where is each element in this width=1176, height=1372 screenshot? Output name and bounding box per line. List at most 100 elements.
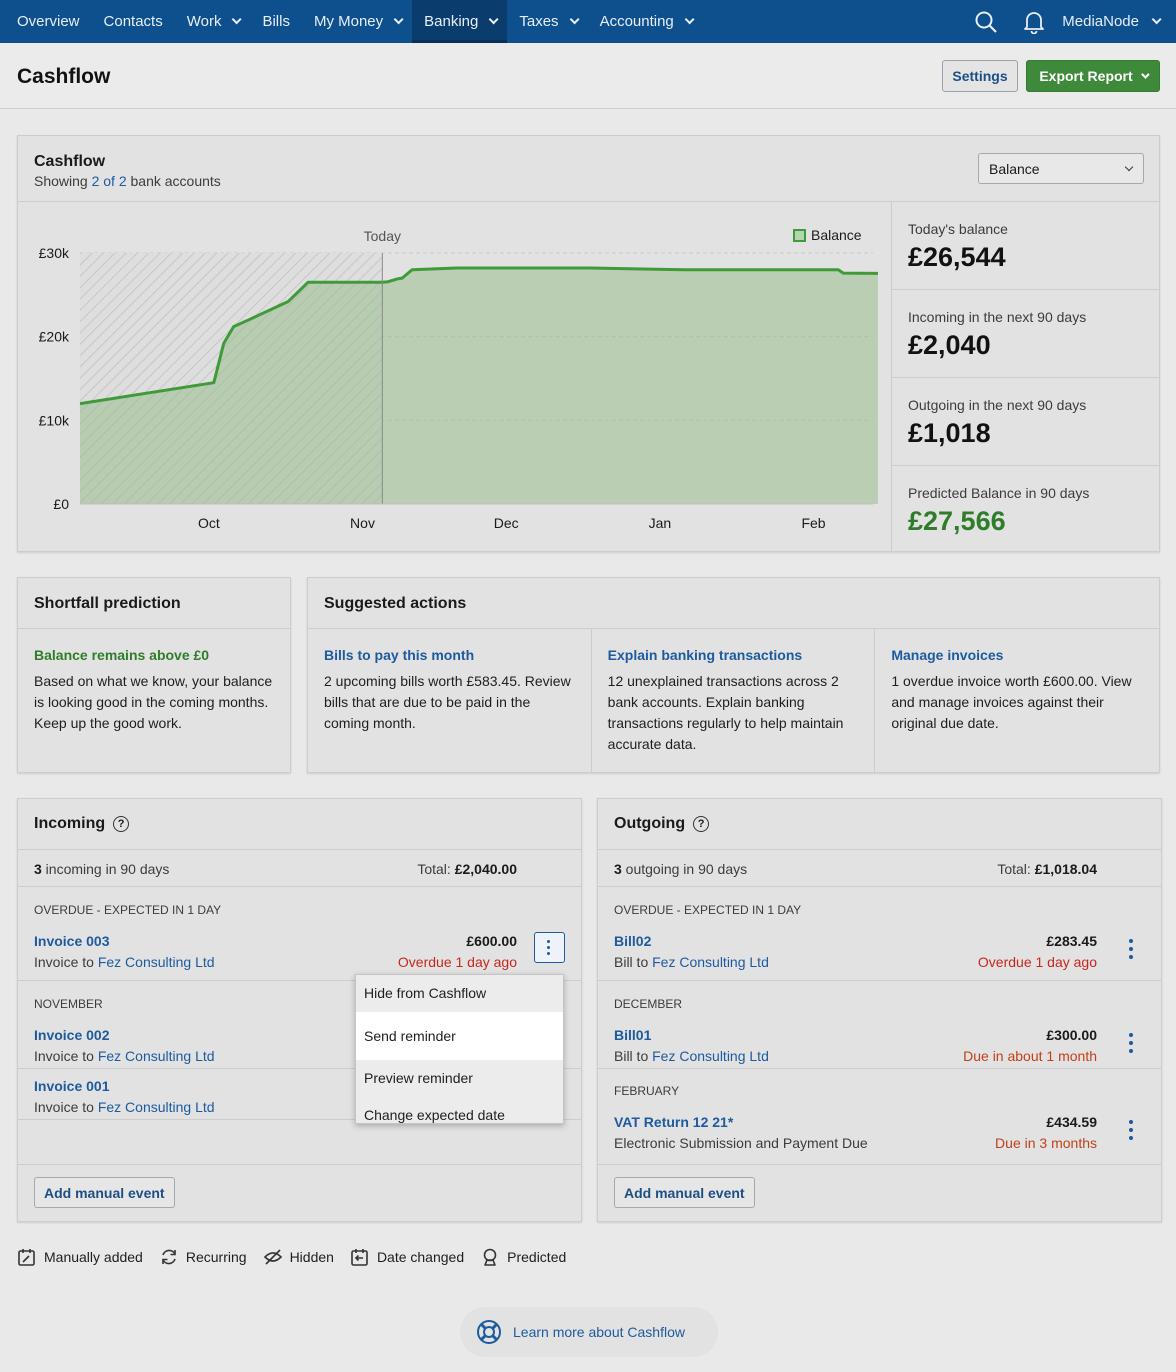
bill-recipient: Bill to Fez Consulting Ltd	[614, 1048, 769, 1064]
bill-link[interactable]: Bill02	[614, 933, 651, 949]
menu-item-change-expected-date[interactable]: Change expected date	[356, 1097, 563, 1134]
total-label: Total:	[417, 861, 455, 877]
list-item-vat-return: VAT Return 12 21* Electronic Submission …	[598, 1114, 1161, 1161]
recipient-prefix: Bill to	[614, 1048, 653, 1064]
vat-amount: £434.59	[1046, 1114, 1097, 1130]
learn-more-button[interactable]: Learn more about Cashflow	[460, 1307, 718, 1357]
legend-label: Manually added	[44, 1249, 143, 1265]
invoice-link[interactable]: Invoice 001	[34, 1078, 110, 1094]
y-tick-label: £0	[53, 496, 69, 512]
suggestion-link[interactable]: Manage invoices	[891, 647, 1143, 663]
settings-button[interactable]: Settings	[942, 60, 1018, 92]
bill-link[interactable]: Bill01	[614, 1027, 651, 1043]
top-navigation: Overview Contacts Work Bills My Money Ba…	[0, 0, 1176, 43]
invoice-link[interactable]: Invoice 003	[34, 933, 110, 949]
add-manual-event-button[interactable]: Add manual event	[614, 1177, 755, 1208]
page-title: Cashflow	[17, 65, 111, 88]
suggested-actions-panel: Suggested actions Bills to pay this mont…	[307, 577, 1160, 773]
search-icon[interactable]	[962, 0, 1010, 43]
suggestion-link[interactable]: Bills to pay this month	[324, 647, 575, 663]
suggestion-text: 1 overdue invoice worth £600.00. View an…	[891, 673, 1132, 731]
chevron-down-icon	[1140, 70, 1150, 79]
stat-incoming: Incoming in the next 90 days £2,040	[892, 290, 1160, 378]
bell-icon[interactable]	[1010, 0, 1058, 43]
outgoing-total: Total: £1,018.04	[997, 861, 1097, 877]
cashflow-panel: Cashflow Showing 2 of 2 bank accounts Ba…	[17, 135, 1160, 552]
nav-label: My Money	[313, 13, 384, 30]
invoice-recipient: Invoice to Fez Consulting Ltd	[34, 1099, 215, 1115]
y-tick-label: £30k	[39, 245, 70, 261]
total-label: Total:	[997, 861, 1035, 877]
nav-bills[interactable]: Bills	[250, 0, 302, 43]
add-manual-event-button[interactable]: Add manual event	[34, 1177, 175, 1208]
nav-accounting[interactable]: Accounting	[588, 0, 703, 43]
contact-link[interactable]: Fez Consulting Ltd	[652, 954, 769, 970]
stat-value: £1,018	[908, 418, 991, 448]
more-options-icon[interactable]	[1129, 1120, 1133, 1140]
suggestion-link[interactable]: Explain banking transactions	[608, 647, 859, 663]
vat-return-description: Electronic Submission and Payment Due	[614, 1135, 868, 1151]
outgoing-footer: Add manual event	[598, 1164, 1161, 1221]
nav-overview[interactable]: Overview	[0, 0, 92, 43]
export-report-button[interactable]: Export Report	[1026, 60, 1160, 92]
contact-link[interactable]: Fez Consulting Ltd	[652, 1048, 769, 1064]
invoice-status: Overdue 1 day ago	[397, 954, 517, 970]
x-tick-label: Oct	[198, 515, 220, 531]
x-tick-label: Jan	[649, 515, 672, 531]
nav-label: Overview	[17, 13, 80, 30]
legend-predicted: Predicted	[480, 1247, 566, 1267]
nav-label: Banking	[424, 13, 479, 30]
learn-more-label: Learn more about Cashflow	[513, 1324, 685, 1340]
chevron-down-icon	[232, 14, 243, 25]
stat-label: Incoming in the next 90 days	[908, 309, 1087, 325]
nav-work[interactable]: Work	[175, 0, 251, 43]
invoice-link[interactable]: Invoice 002	[34, 1027, 110, 1043]
bill-amount: £283.45	[1046, 933, 1097, 949]
invoice-context-menu: Hide from Cashflow Send reminder Preview…	[355, 974, 564, 1124]
more-options-icon[interactable]	[1129, 939, 1133, 959]
bill-status: Overdue 1 day ago	[977, 954, 1097, 970]
y-tick-label: £10k	[39, 412, 70, 428]
nav-contacts[interactable]: Contacts	[92, 0, 175, 43]
x-tick-label: Feb	[801, 515, 825, 531]
list-item-bill02: Bill02 Bill to Fez Consulting Ltd £283.4…	[598, 933, 1161, 980]
more-options-icon[interactable]	[534, 932, 565, 963]
total-value: £2,040.00	[454, 861, 517, 877]
help-icon[interactable]: ?	[113, 816, 130, 832]
outgoing-summary: 3 outgoing in 90 days Total: £1,018.04	[598, 850, 1161, 887]
x-tick-label: Dec	[494, 515, 519, 531]
chevron-down-icon	[569, 14, 580, 25]
menu-item-preview-reminder[interactable]: Preview reminder	[356, 1060, 563, 1097]
predicted-icon	[483, 1248, 497, 1266]
bill-amount: £300.00	[1046, 1027, 1097, 1043]
contact-link[interactable]: Fez Consulting Ltd	[98, 954, 215, 970]
recurring-icon	[162, 1249, 176, 1265]
cashflow-stats: Today's balance £26,544 Incoming in the …	[891, 201, 1160, 552]
help-icon[interactable]: ?	[693, 816, 710, 832]
contact-link[interactable]: Fez Consulting Ltd	[98, 1099, 215, 1115]
chart-type-select[interactable]: Balance	[978, 153, 1144, 184]
accounts-link[interactable]: 2 of 2	[92, 173, 127, 189]
incoming-total: Total: £2,040.00	[417, 861, 517, 877]
menu-item-send-reminder[interactable]: Send reminder	[356, 1012, 563, 1060]
event-legend: Manually added Recurring Hidden Date cha…	[17, 1247, 582, 1267]
contact-link[interactable]: Fez Consulting Ltd	[98, 1048, 215, 1064]
nav-taxes[interactable]: Taxes	[507, 0, 587, 43]
chevron-down-icon	[1151, 14, 1162, 25]
vat-return-link[interactable]: VAT Return 12 21*	[614, 1114, 733, 1130]
today-label: Today	[364, 228, 401, 244]
invoice-recipient: Invoice to Fez Consulting Ltd	[34, 1048, 215, 1064]
stat-today-balance: Today's balance £26,544	[892, 202, 1160, 290]
more-options-icon[interactable]	[1129, 1033, 1133, 1053]
recipient-prefix: Invoice to	[34, 1048, 98, 1064]
suggestion-banking: Explain banking transactions 12 unexplai…	[592, 629, 876, 773]
menu-item-hide-from-cashflow[interactable]: Hide from Cashflow	[356, 975, 563, 1012]
total-value: £1,018.04	[1034, 861, 1097, 877]
nav-my-money[interactable]: My Money	[302, 0, 412, 43]
y-axis-labels: £0 £10k £20k £30k	[39, 245, 70, 512]
org-switcher[interactable]: MediaNode	[1058, 13, 1176, 30]
nav-banking[interactable]: Banking	[412, 0, 508, 43]
accounts-summary: Showing 2 of 2 bank accounts	[34, 173, 221, 189]
nav-label: Taxes	[519, 13, 559, 30]
section-heading: FEBRUARY	[614, 1084, 680, 1098]
